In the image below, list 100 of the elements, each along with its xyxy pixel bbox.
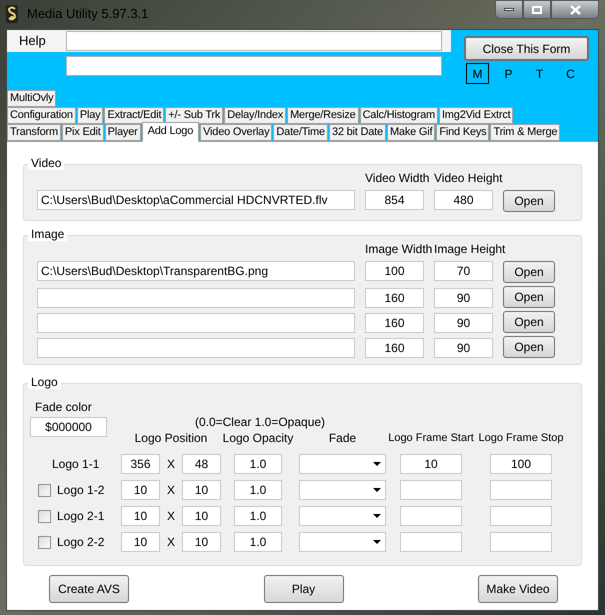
action-button[interactable]: Play [264,575,344,603]
open-button[interactable]: Open [503,190,555,212]
x-separator: X [166,456,175,473]
y-position-field[interactable]: 10 [182,532,221,552]
open-button[interactable]: Open [503,336,555,358]
checkbox[interactable] [38,510,51,522]
width-field[interactable]: 160 [365,313,424,333]
tab[interactable]: Delay/Index [224,107,286,124]
column-header: Image Width [365,241,432,258]
height-field[interactable]: 90 [434,288,493,308]
frame-start-field[interactable] [400,480,462,500]
opacity-field[interactable]: 1.0 [234,506,282,526]
tab[interactable]: Calc/Histogram [360,107,438,124]
fade-dropdown[interactable] [299,532,386,552]
dropdown-arrow-icon [373,462,381,466]
frame-stop-field[interactable] [490,480,552,500]
minimize-button[interactable] [495,0,523,19]
tab[interactable]: Player [104,124,141,141]
opacity-field[interactable]: 1.0 [234,480,282,500]
column-header: Image Height [434,241,506,258]
x-position-field[interactable]: 10 [121,480,160,500]
frame-stop-field[interactable] [490,532,552,552]
close-form-button[interactable]: Close This Form [464,36,589,61]
frame-start-field[interactable] [400,532,462,552]
mode-toggle[interactable]: C [559,63,582,84]
tab[interactable]: MultiOvly [7,90,56,107]
maximize-button[interactable] [523,0,551,19]
height-field[interactable]: 70 [434,261,493,281]
frame-stop-field[interactable]: 100 [490,454,552,474]
x-separator: X [166,508,175,525]
fade-dropdown[interactable] [299,480,386,500]
tab[interactable]: Trim & Merge [490,124,560,141]
tab[interactable]: Merge/Resize [287,107,359,124]
opacity-note: (0.0=Clear 1.0=Opaque) [194,415,326,429]
column-header: Logo Opacity [222,430,294,447]
path-field[interactable]: C:\Users\Bud\Desktop\TransparentBG.png [37,261,355,281]
fade-dropdown[interactable] [299,506,386,526]
open-button[interactable]: Open [503,311,555,333]
logo-label: Logo 1-2 [57,482,104,499]
path-field[interactable] [37,338,355,358]
opacity-field[interactable]: 1.0 [234,532,282,552]
tab[interactable]: Play [76,107,104,124]
tab[interactable]: Add Logo [142,122,200,142]
fade-color-label: Fade color [35,399,93,414]
width-field[interactable]: 100 [365,261,424,281]
fade-color-field[interactable]: $000000 [30,417,107,437]
frame-stop-field[interactable] [490,506,552,526]
action-button[interactable]: Make Video [478,575,558,603]
tab[interactable]: Pix Edit [62,124,104,141]
height-field[interactable]: 90 [434,313,493,333]
tab[interactable]: Configuration [7,107,76,124]
width-field[interactable]: 160 [365,338,424,358]
width-field[interactable]: 854 [365,190,424,210]
tab[interactable]: Video Overlay [200,124,272,141]
tab[interactable]: +/- Sub Trk [165,107,224,124]
open-button[interactable]: Open [503,261,555,283]
height-field[interactable]: 90 [434,338,493,358]
tab[interactable]: Make Gif [386,124,436,141]
fade-dropdown[interactable] [299,454,386,474]
frame-start-field[interactable]: 10 [400,454,462,474]
text-field[interactable] [66,31,442,51]
checkbox[interactable] [38,536,51,548]
logo-label: Logo 2-2 [57,534,104,551]
mode-toggle[interactable]: T [528,63,551,84]
open-button[interactable]: Open [503,286,555,308]
mode-toggle[interactable]: M [466,63,489,84]
x-separator: X [166,534,175,551]
path-field[interactable] [37,313,355,333]
x-separator: X [166,482,175,499]
path-field[interactable] [37,288,355,308]
x-position-field[interactable]: 356 [121,454,160,474]
dropdown-arrow-icon [373,488,381,492]
y-position-field[interactable]: 10 [182,506,221,526]
y-position-field[interactable]: 48 [182,454,221,474]
close-button[interactable] [551,0,599,19]
height-field[interactable]: 480 [434,190,493,210]
group-title: Image [28,227,68,241]
x-position-field[interactable]: 10 [121,506,160,526]
width-field[interactable]: 160 [365,288,424,308]
x-position-field[interactable]: 10 [121,532,160,552]
frame-start-field[interactable] [400,506,462,526]
tab[interactable]: Date/Time [273,124,328,141]
dropdown-arrow-icon [373,540,381,544]
y-position-field[interactable]: 10 [182,480,221,500]
tab[interactable]: Img2Vid Extrct [438,107,514,124]
opacity-field[interactable]: 1.0 [234,454,282,474]
text-field[interactable] [66,56,442,76]
path-field[interactable]: C:\Users\Bud\Desktop\aCommercial HDCNVRTED.flv [37,190,355,210]
dropdown-arrow-icon [373,514,381,518]
mode-toggle[interactable]: P [497,63,520,84]
tab[interactable]: Find Keys [436,124,490,141]
app-logo-icon [6,5,18,23]
column-header: Video Height [434,170,502,187]
tab[interactable]: Transform [7,124,61,141]
column-header: Fade [328,430,356,447]
tab[interactable]: Extract/Edit [104,107,164,124]
tab[interactable]: 32 bit Date [328,124,386,141]
help-menu[interactable]: Help [19,31,66,51]
action-button[interactable]: Create AVS [49,575,129,603]
checkbox[interactable] [38,484,51,496]
